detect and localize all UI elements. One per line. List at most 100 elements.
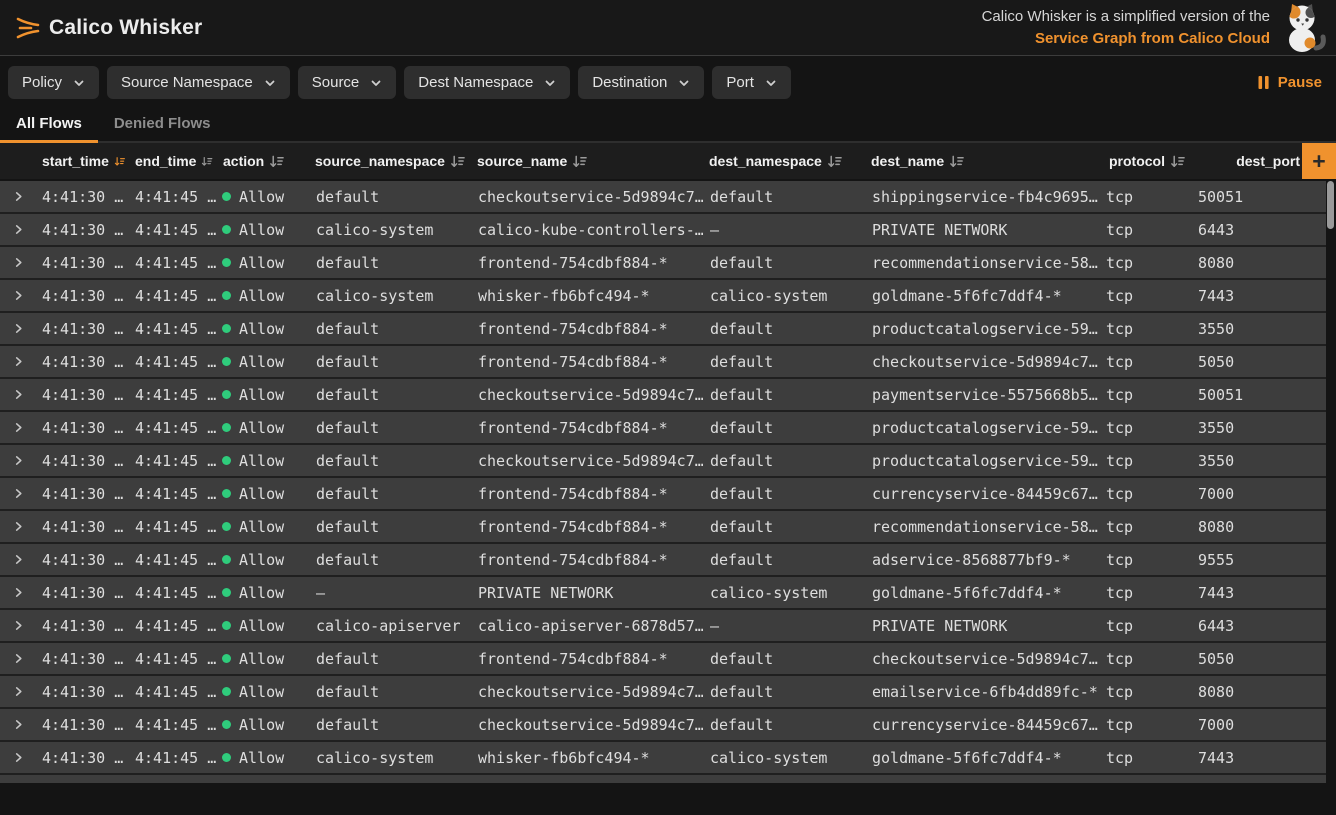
cell-protocol: tcp	[1099, 386, 1191, 404]
flow-row[interactable]: 4:41:30 …4:41:45 …Allowdefaultfrontend-7…	[0, 247, 1326, 280]
chevron-down-icon	[544, 77, 556, 89]
row-expander[interactable]	[0, 389, 36, 400]
cell-dest-namespace: default	[703, 650, 865, 668]
column-label: dest_name	[871, 153, 944, 169]
filter-destination[interactable]: Destination	[578, 66, 704, 99]
column-header-start-time[interactable]: start_time	[36, 153, 129, 169]
cell-dest-port: 50051	[1191, 386, 1326, 404]
cell-dest-name: checkoutservice-5d9894c7…	[865, 353, 1099, 371]
row-expander[interactable]	[0, 620, 36, 631]
cell-end-time: 4:41:45 …	[129, 353, 217, 371]
row-expander[interactable]	[0, 356, 36, 367]
cell-source-name: calico-apiserver-6878d57…	[471, 617, 703, 635]
row-expander[interactable]	[0, 686, 36, 697]
cell-start-time: 4:41:30 …	[36, 320, 129, 338]
add-column-button[interactable]: +	[1302, 143, 1336, 179]
tab-all-flows[interactable]: All Flows	[0, 107, 98, 143]
cell-end-time: 4:41:45 …	[129, 485, 217, 503]
filter-label: Source Namespace	[121, 74, 253, 91]
cell-dest-namespace: default	[703, 551, 865, 569]
row-expander[interactable]	[0, 257, 36, 268]
column-header-protocol[interactable]: protocol	[1099, 153, 1191, 169]
flow-row[interactable]: 4:41:30 …4:41:45 …Allowdefaultfrontend-7…	[0, 412, 1326, 445]
flow-row[interactable]: 4:41:30 …4:41:45 …Allowcalico-apiserverc…	[0, 610, 1326, 643]
tab-denied-flows[interactable]: Denied Flows	[98, 107, 227, 143]
flow-row[interactable]: 4:41:30 …4:41:45 …Allowcalico-systemwhis…	[0, 280, 1326, 313]
filter-port[interactable]: Port	[712, 66, 791, 99]
flow-row[interactable]: 4:41:30 …4:41:45 …Allowdefaultcheckoutse…	[0, 445, 1326, 478]
allow-status-dot	[222, 192, 231, 201]
column-header-dest-name[interactable]: dest_name	[865, 153, 1099, 169]
cell-action: Allow	[217, 320, 309, 338]
row-expander[interactable]	[0, 587, 36, 598]
column-header-action[interactable]: action	[217, 153, 309, 169]
flow-row[interactable]: 4:41:30 …4:41:45 …Allowdefaultcheckoutse…	[0, 709, 1326, 742]
cell-dest-name: recommendationservice-58…	[865, 254, 1099, 272]
flow-row[interactable]: 4:41:30 …4:41:45 …Allowdefaultcheckoutse…	[0, 181, 1326, 214]
flow-row[interactable]: 4:41:30 …4:41:45 …Allowdefaultcheckoutse…	[0, 676, 1326, 709]
filter-buttons: Policy Source Namespace SourceDest Namespa…	[8, 66, 791, 99]
cell-dest-namespace: default	[703, 386, 865, 404]
cell-end-time: 4:41:45 …	[129, 254, 217, 272]
action-label: Allow	[239, 584, 284, 602]
column-header-source-namespace[interactable]: source_namespace	[309, 153, 471, 169]
cell-source-name: frontend-754cdbf884-*	[471, 254, 703, 272]
column-header-source-name[interactable]: source_name	[471, 153, 703, 169]
filter-policy[interactable]: Policy	[8, 66, 99, 99]
row-expand-chevron-icon	[13, 389, 24, 400]
cell-action: Allow	[217, 287, 309, 305]
row-expand-chevron-icon	[13, 554, 24, 565]
column-label: dest_port	[1236, 153, 1300, 169]
cell-dest-name: currencyservice-84459c67…	[865, 716, 1099, 734]
row-expander[interactable]	[0, 488, 36, 499]
row-expander[interactable]	[0, 323, 36, 334]
cell-action: Allow	[217, 485, 309, 503]
pause-button[interactable]: Pause	[1257, 74, 1324, 91]
flow-row[interactable]: 4:41:30 …4:41:45 …Allowdefaultcheckoutse…	[0, 379, 1326, 412]
cell-source-namespace: calico-system	[309, 749, 471, 767]
cell-dest-namespace: default	[703, 485, 865, 503]
row-expander[interactable]	[0, 653, 36, 664]
flow-row[interactable]: 4:41:30 …4:41:45 …Allowdefaultfrontend-7…	[0, 346, 1326, 379]
row-expand-chevron-icon	[13, 356, 24, 367]
filter-label: Policy	[22, 74, 62, 91]
cell-protocol: tcp	[1099, 518, 1191, 536]
row-expander[interactable]	[0, 521, 36, 532]
row-expander[interactable]	[0, 752, 36, 763]
vertical-scrollbar-thumb[interactable]	[1327, 181, 1334, 229]
flow-row[interactable]: 4:41:30 …4:41:45 …Allowcalico-systemwhis…	[0, 742, 1326, 775]
filter-source[interactable]: Source	[298, 66, 397, 99]
row-expander[interactable]	[0, 554, 36, 565]
action-label: Allow	[239, 518, 284, 536]
row-expander[interactable]	[0, 719, 36, 730]
cell-source-namespace: default	[309, 254, 471, 272]
row-expander[interactable]	[0, 290, 36, 301]
service-graph-link[interactable]: Service Graph from Calico Cloud	[1035, 30, 1270, 47]
cell-source-name: checkoutservice-5d9894c7…	[471, 452, 703, 470]
flow-row[interactable]: 4:41:30 …4:41:45 …Allowcalico-systemcali…	[0, 214, 1326, 247]
row-expander[interactable]	[0, 191, 36, 202]
column-header-end-time[interactable]: end_time	[129, 153, 217, 169]
action-label: Allow	[239, 617, 284, 635]
action-label: Allow	[239, 419, 284, 437]
row-expander[interactable]	[0, 455, 36, 466]
action-label: Allow	[239, 221, 284, 239]
table-header: start_timeend_timeactionsource_namespace…	[0, 143, 1336, 179]
column-header-dest-namespace[interactable]: dest_namespace	[703, 153, 865, 169]
flow-row[interactable]: 4:41:30 …4:41:45 …Allowdefaultfrontend-7…	[0, 544, 1326, 577]
row-expand-chevron-icon	[13, 488, 24, 499]
cell-end-time: 4:41:45 …	[129, 221, 217, 239]
row-expand-chevron-icon	[13, 719, 24, 730]
filter-source-namespace[interactable]: Source Namespace	[107, 66, 290, 99]
flow-row[interactable]: 4:41:30 …4:41:45 …Allowdefaultfrontend-7…	[0, 478, 1326, 511]
row-expander[interactable]	[0, 422, 36, 433]
filter-dest-namespace[interactable]: Dest Namespace	[404, 66, 570, 99]
flow-row[interactable]: 4:41:30 …4:41:45 …Allow–PRIVATE NETWORKc…	[0, 577, 1326, 610]
cell-end-time: 4:41:45 …	[129, 452, 217, 470]
flow-row[interactable]: 4:41:30 …4:41:45 …Allowdefaultfrontend-7…	[0, 643, 1326, 676]
cell-dest-name: paymentservice-5575668b5…	[865, 386, 1099, 404]
flow-row[interactable]: 4:41:30 …4:41:45 …Allowdefaultfrontend-7…	[0, 511, 1326, 544]
flow-row[interactable]: 4:41:30 …4:41:45 …Allowdefaultfrontend-7…	[0, 313, 1326, 346]
row-expander[interactable]	[0, 224, 36, 235]
cell-dest-port: 8080	[1191, 683, 1326, 701]
